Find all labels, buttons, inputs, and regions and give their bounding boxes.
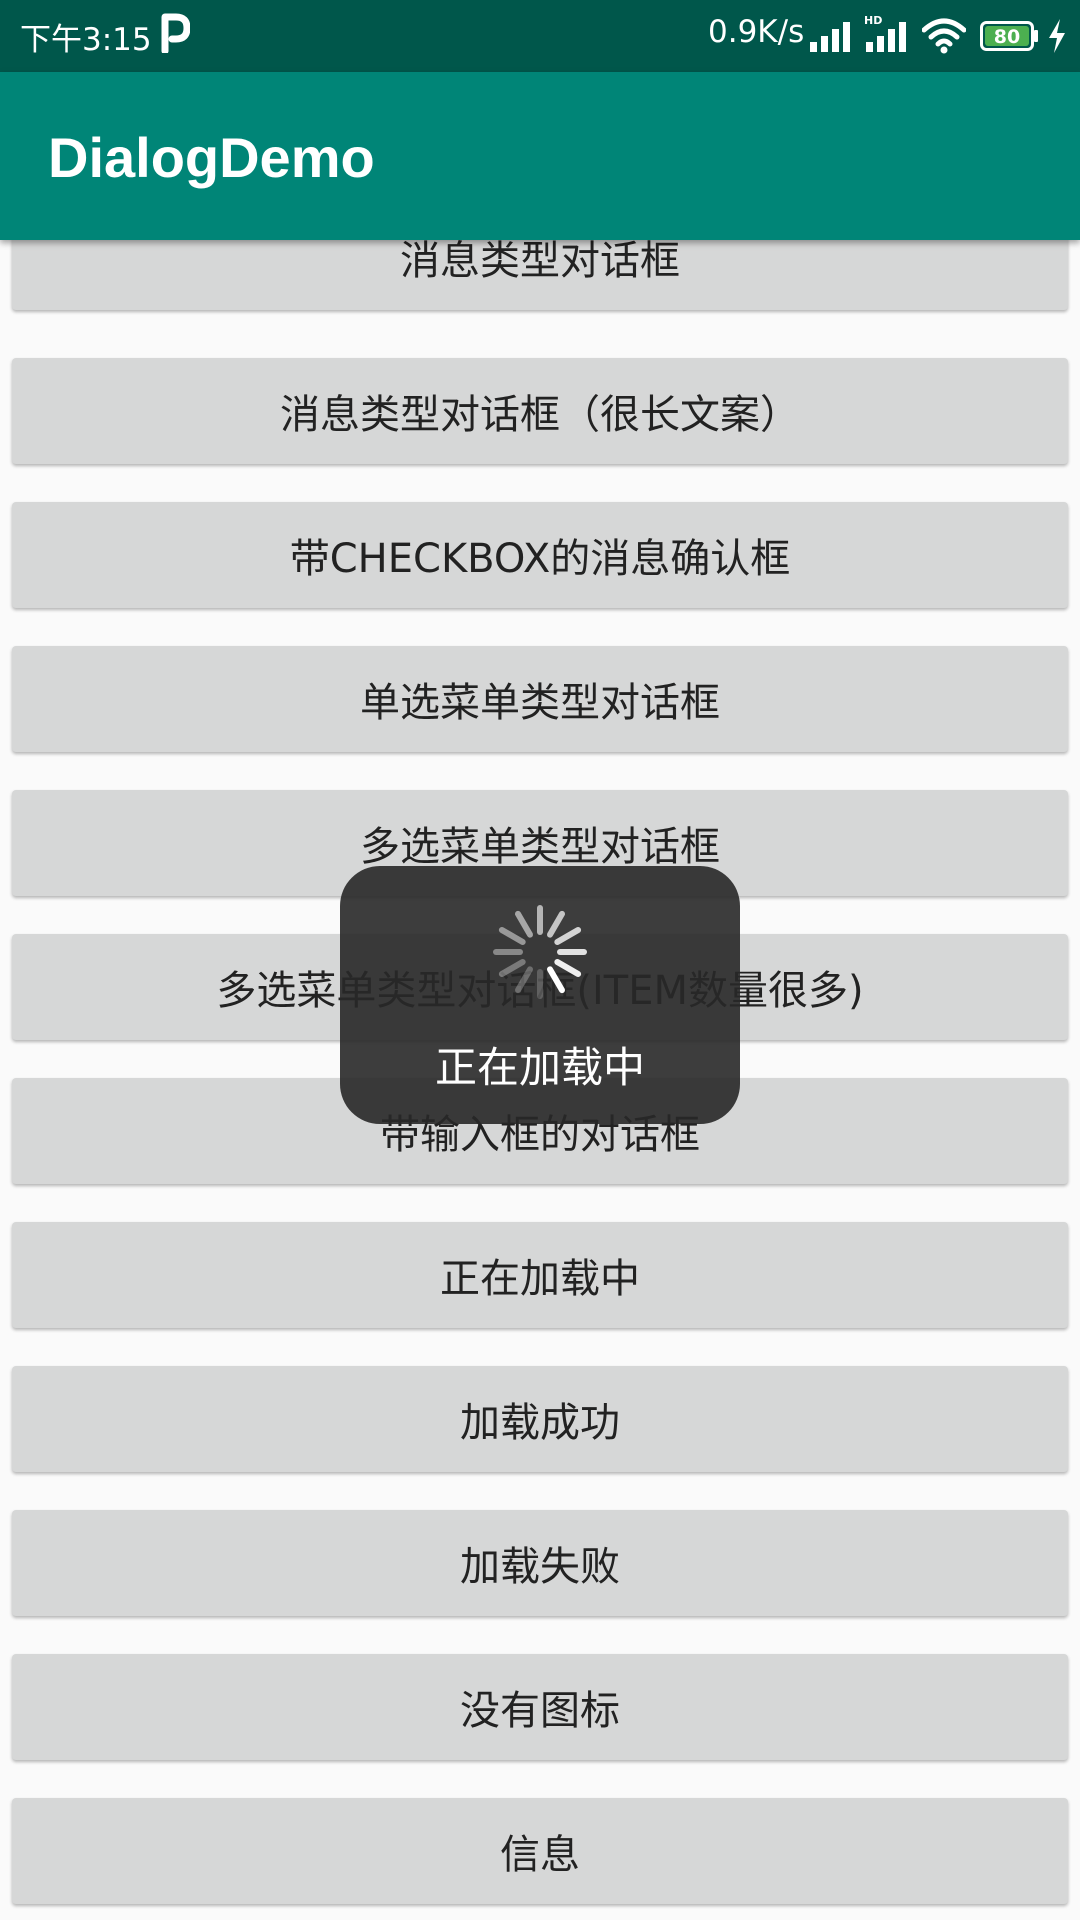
checkbox-message-dialog-button[interactable]: 带CHECKBOX的消息确认框 — [12, 502, 1068, 608]
long-message-dialog-button[interactable]: 消息类型对话框（很长文案） — [12, 358, 1068, 464]
single-choice-dialog-button[interactable]: 单选菜单类型对话框 — [12, 646, 1068, 752]
wifi-icon — [922, 18, 966, 54]
app-bar: DialogDemo — [0, 72, 1080, 240]
loading-spinner-icon — [493, 905, 587, 999]
charging-icon — [1049, 19, 1065, 53]
parking-p-icon — [161, 13, 190, 53]
hd-signal-icon: HD — [864, 14, 906, 52]
network-speed: 0.9K/s — [708, 14, 805, 50]
svg-text:80: 80 — [994, 26, 1020, 48]
no-icon-button[interactable]: 没有图标 — [12, 1654, 1068, 1760]
load-success-button[interactable]: 加载成功 — [12, 1366, 1068, 1472]
battery-icon: 80 — [980, 21, 1038, 51]
message-dialog-button[interactable]: 消息类型对话框 — [12, 240, 1068, 310]
app-title: DialogDemo — [48, 126, 375, 189]
svg-text:HD: HD — [864, 14, 882, 27]
info-button[interactable]: 信息 — [12, 1798, 1068, 1904]
status-bar: 下午3:15 0.9K/s HD 80 — [0, 0, 1080, 72]
loading-toast: 正在加载中 — [340, 866, 740, 1124]
signal-icon — [810, 22, 850, 52]
status-time: 下午3:15 — [20, 22, 152, 58]
load-fail-button[interactable]: 加载失败 — [12, 1510, 1068, 1616]
loading-button[interactable]: 正在加载中 — [12, 1222, 1068, 1328]
loading-text: 正在加载中 — [434, 1043, 645, 1092]
